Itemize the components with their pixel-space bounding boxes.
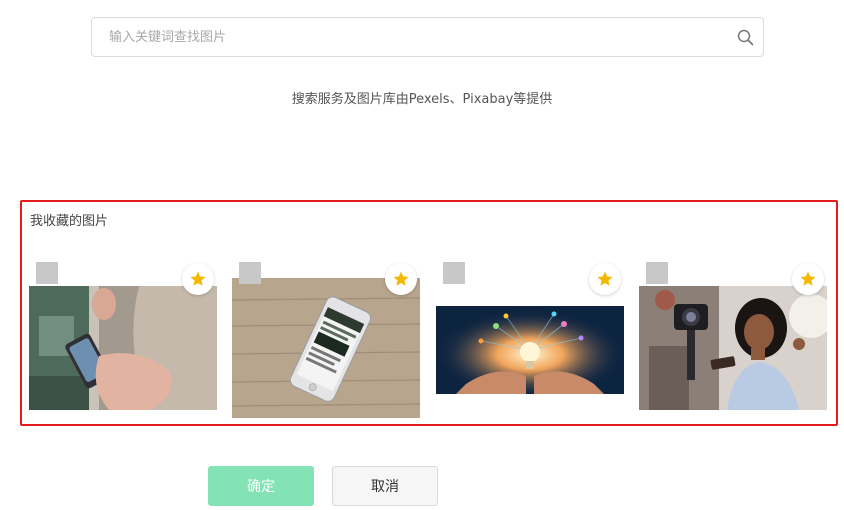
- favorite-star-icon[interactable]: [792, 263, 824, 295]
- vlogger-image[interactable]: [639, 286, 827, 410]
- select-checkbox[interactable]: [239, 262, 261, 284]
- select-checkbox[interactable]: [443, 262, 465, 284]
- favorite-image-card[interactable]: [639, 262, 827, 422]
- search-bar: [91, 17, 764, 57]
- favorite-star-icon[interactable]: [182, 263, 214, 295]
- cancel-button[interactable]: 取消: [332, 466, 438, 506]
- select-checkbox[interactable]: [36, 262, 58, 284]
- confirm-button[interactable]: 确定: [208, 466, 314, 506]
- favorite-image-card[interactable]: [232, 262, 420, 422]
- search-input[interactable]: [92, 18, 727, 56]
- phone-on-table-image[interactable]: [232, 278, 420, 418]
- favorite-image-card[interactable]: [436, 262, 624, 422]
- subway-phone-image[interactable]: [29, 286, 217, 410]
- favorite-star-icon[interactable]: [589, 263, 621, 295]
- favorites-panel: 我收藏的图片: [20, 200, 838, 426]
- select-checkbox[interactable]: [646, 262, 668, 284]
- provider-note: 搜索服务及图片库由Pexels、Pixabay等提供: [291, 92, 553, 107]
- lightbulb-hands-image[interactable]: [436, 306, 624, 394]
- favorite-star-icon[interactable]: [385, 263, 417, 295]
- search-icon[interactable]: [727, 18, 763, 56]
- image-picker-dialog: 搜索服务及图片库由Pexels、Pixabay等提供 我收藏的图片: [0, 0, 844, 510]
- favorites-title: 我收藏的图片: [30, 214, 109, 229]
- favorite-image-card[interactable]: [29, 262, 217, 422]
